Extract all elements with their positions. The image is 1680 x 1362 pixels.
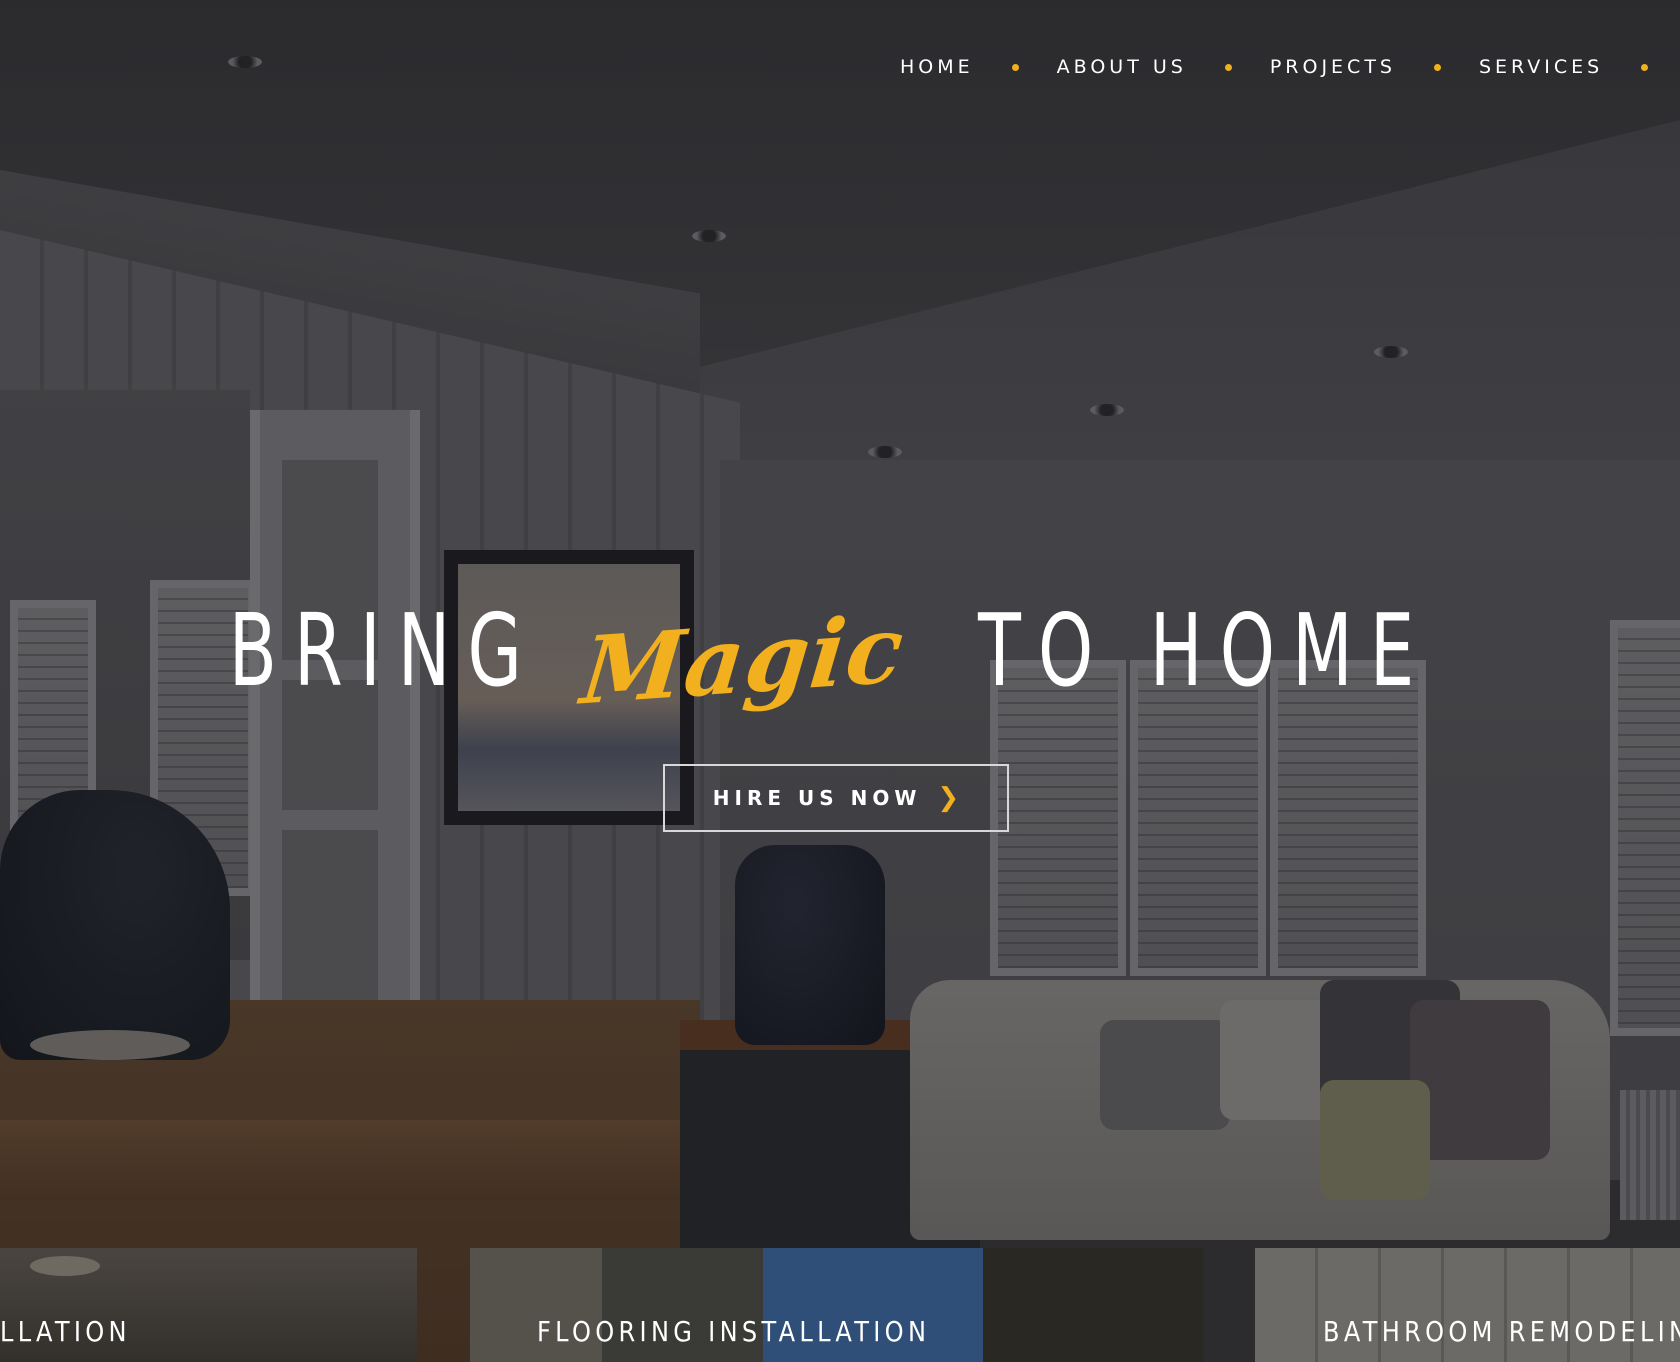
main-nav: HOME ABOUT US PROJECTS SERVICES bbox=[900, 52, 1680, 82]
service-tile[interactable]: FLOORING INSTALLATION bbox=[470, 1248, 1203, 1362]
nav-separator-dot bbox=[1641, 63, 1649, 71]
service-tile-label: LLATION bbox=[0, 1315, 131, 1348]
nav-home[interactable]: HOME bbox=[900, 56, 974, 78]
cta-label: HIRE US NOW bbox=[712, 786, 922, 810]
service-tiles: LLATION FLOORING INSTALLATION BATHROOM R… bbox=[0, 1248, 1680, 1362]
hire-us-now-button[interactable]: HIRE US NOW ❯ bbox=[663, 764, 1009, 832]
nav-separator-dot bbox=[1224, 63, 1232, 71]
nav-projects[interactable]: PROJECTS bbox=[1270, 56, 1396, 78]
hero-heading: BRING Magic TO HOME bbox=[0, 581, 1680, 727]
service-tile-label: BATHROOM REMODELIN bbox=[1323, 1315, 1680, 1348]
nav-separator-dot bbox=[1011, 63, 1019, 71]
nav-services[interactable]: SERVICES bbox=[1479, 56, 1603, 78]
chevron-right-icon: ❯ bbox=[937, 783, 960, 813]
hero-title-accent: Magic bbox=[577, 594, 910, 727]
service-tile[interactable]: LLATION bbox=[0, 1248, 417, 1362]
service-tile[interactable]: BATHROOM REMODELIN bbox=[1255, 1248, 1680, 1362]
ceiling-light-thumb bbox=[30, 1256, 100, 1276]
hero-title-part2: TO HOME bbox=[978, 592, 1432, 710]
nav-about-us[interactable]: ABOUT US bbox=[1057, 56, 1187, 78]
service-tile-label: FLOORING INSTALLATION bbox=[537, 1315, 931, 1348]
hero-title-part1: BRING bbox=[228, 592, 539, 710]
nav-separator-dot bbox=[1433, 63, 1441, 71]
